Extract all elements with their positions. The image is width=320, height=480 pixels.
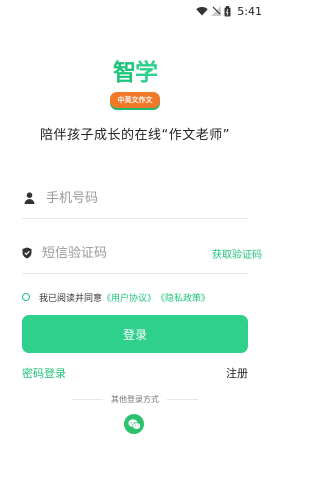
shield-icon [22, 246, 32, 260]
person-icon [22, 191, 36, 205]
other-login-label: 其他登录方式 [111, 395, 159, 404]
logo-badge: 中英文作文 [110, 92, 160, 108]
battery-icon [224, 5, 231, 17]
agreement-radio[interactable] [22, 293, 30, 301]
privacy-policy-link[interactable]: 《隐私政策》 [156, 291, 210, 304]
other-login-divider: 其他登录方式 [72, 394, 198, 405]
agreement: 我已阅读并同意 《用户协议》 《隐私政策》 [22, 290, 260, 304]
status-bar: 5:41 [0, 0, 270, 22]
slogan: 陪伴孩子成长的在线“作文老师” [40, 128, 230, 143]
phone-row [22, 178, 248, 219]
user-agreement-link[interactable]: 《用户协议》 [102, 291, 156, 304]
logo-title-char-2: 学 [135, 60, 158, 86]
wechat-icon [127, 415, 141, 434]
login-button[interactable]: 登录 [22, 315, 248, 353]
app-logo: 智学 中英文作文 [108, 58, 162, 116]
code-row: 获取验证码 [22, 233, 262, 274]
divider-line-left [72, 399, 103, 400]
password-login-link[interactable]: 密码登录 [22, 365, 66, 381]
sms-code-input[interactable] [42, 245, 212, 261]
login-screen: 5:41 智学 中英文作文 陪伴孩子成长的在线“作文老师” 获取验证码 我已阅读… [0, 0, 270, 480]
signal-icon [211, 6, 222, 16]
logo-title-char-1: 智 [113, 60, 136, 86]
wechat-login-button[interactable] [124, 414, 144, 434]
divider-line-right [167, 399, 198, 400]
agreement-text: 我已阅读并同意 [39, 293, 103, 304]
wifi-icon [196, 6, 208, 16]
register-link[interactable]: 注册 [226, 365, 248, 381]
logo-title: 智学 [108, 58, 162, 88]
phone-input[interactable] [46, 190, 248, 206]
get-code-button[interactable]: 获取验证码 [212, 246, 262, 261]
status-time: 5:41 [237, 4, 262, 18]
